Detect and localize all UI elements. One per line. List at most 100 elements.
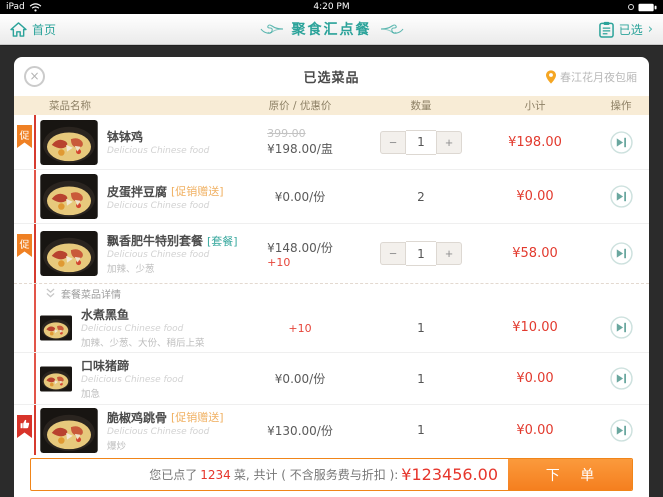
summary-middle: 菜, 共计 ( 不含服务费与折扣 ): [233, 468, 399, 482]
promo-badge: 促 [17, 234, 32, 257]
subtotal-value: ¥58.00 [512, 246, 558, 261]
extra-charge: +10 [267, 255, 291, 269]
clipboard-icon [599, 21, 614, 38]
dish-subtitle: Delicious Chinese food [81, 324, 184, 334]
dish-photo [40, 408, 98, 453]
table-row: 皮蛋拌豆腐 [促销赠送] Delicious Chinese food ¥0.0… [14, 169, 649, 223]
dish-price: ¥0.00/份 [274, 190, 326, 204]
dish-subtitle: Delicious Chinese food [107, 250, 210, 260]
combo-sub-row: 水煮黑鱼 Delicious Chinese food 加辣、少葱、大份、稍后上… [14, 303, 649, 352]
column-action: 操作 [610, 100, 632, 112]
increase-button[interactable]: + [436, 242, 462, 265]
serve-dish-button[interactable] [610, 242, 633, 265]
selected-dishes-button[interactable]: 已选 › [599, 21, 653, 38]
serve-dish-button[interactable] [610, 131, 633, 154]
modal-header: × 已选菜品 春江花月夜包厢 [14, 57, 649, 96]
combo-sub-row: 口味猪蹄 Delicious Chinese food 加急 ¥0.00/份 1… [14, 352, 649, 404]
quantity-value[interactable]: 1 [406, 129, 436, 155]
order-summary-text: 您已点了 1234 菜, 共计 ( 不含服务费与折扣 ): ¥123456.00 [31, 459, 508, 490]
quantity-value: 1 [417, 371, 425, 386]
table-row: 促 钵钵鸡 Delicious Chinese food 399.00 ¥198… [14, 115, 649, 169]
dish-subtitle: Delicious Chinese food [107, 146, 210, 156]
nav-bar: 首页 聚食汇点餐 已选 › [0, 14, 663, 45]
quantity-value[interactable]: 1 [406, 241, 436, 266]
order-summary-bar: 您已点了 1234 菜, 共计 ( 不含服务费与折扣 ): ¥123456.00… [30, 458, 633, 491]
decrease-button[interactable]: − [380, 130, 406, 154]
quantity-stepper: − 1 + [380, 241, 462, 266]
room-selector[interactable]: 春江花月夜包厢 [546, 57, 637, 96]
place-order-button[interactable]: 下 单 [508, 459, 632, 490]
subtotal-value: ¥0.00 [516, 189, 554, 204]
close-button[interactable]: × [24, 66, 45, 87]
promo-gift-tag: [促销赠送] [171, 411, 224, 424]
modal-backdrop: × 已选菜品 春江花月夜包厢 菜品名称 原价 / 优惠价 数量 小计 操作 促 [0, 46, 663, 497]
decrease-button[interactable]: − [380, 242, 406, 265]
home-label: 首页 [32, 22, 57, 37]
dish-photo [40, 120, 98, 165]
serve-dish-button[interactable] [610, 419, 633, 442]
subtotal-value: ¥0.00 [516, 422, 554, 438]
dish-subtitle: Delicious Chinese food [107, 426, 210, 437]
total-amount: ¥123456.00 [401, 465, 498, 484]
promo-badge: 促 [17, 125, 32, 148]
status-bar: iPad 4:20 PM [0, 0, 663, 14]
app-title-area: 聚食汇点餐 [0, 19, 663, 39]
dish-note: 加辣、少葱、大份、稍后上菜 [81, 338, 205, 349]
original-price: 399.00 [267, 127, 306, 140]
column-quantity: 数量 [410, 100, 432, 112]
dish-photo [40, 174, 98, 219]
dish-name: 脆椒鸡跳骨 [107, 410, 168, 425]
thumb-up-icon [20, 419, 30, 429]
dish-note: 爆炒 [107, 440, 127, 452]
gift-badge [17, 415, 32, 438]
dish-photo [40, 231, 98, 276]
dish-photo [40, 364, 72, 394]
dish-note: 加急 [81, 389, 101, 400]
column-dish-name: 菜品名称 [49, 100, 91, 112]
quantity-value: 1 [417, 320, 425, 335]
dish-note: 加辣、少葱 [107, 264, 155, 275]
serve-dish-button[interactable] [610, 185, 633, 208]
chevron-right-icon: › [647, 21, 653, 37]
table-row: 脆椒鸡跳骨 [促销赠送] Delicious Chinese food 爆炒 ¥… [14, 404, 649, 455]
extra-charge: +10 [288, 321, 312, 335]
dish-name: 口味猪蹄 [81, 359, 130, 373]
ornament-left-icon [260, 22, 284, 36]
selected-label: 已选 [618, 22, 643, 37]
home-button[interactable]: 首页 [10, 21, 56, 38]
app-title: 聚食汇点餐 [291, 22, 372, 38]
subtotal-value: ¥0.00 [516, 371, 554, 386]
ornament-right-icon [380, 22, 404, 36]
battery-icon [638, 3, 657, 12]
selected-dishes-modal: × 已选菜品 春江花月夜包厢 菜品名称 原价 / 优惠价 数量 小计 操作 促 [14, 57, 649, 497]
promo-gift-tag: [促销赠送] [171, 185, 224, 198]
quantity-value: 1 [417, 423, 425, 437]
dish-name: 钵钵鸡 [107, 130, 144, 144]
subtotal-value: ¥10.00 [512, 320, 558, 335]
dish-price: ¥148.00/份 [267, 240, 333, 255]
table-row: 促 飘香肥牛特别套餐 [套餐] Delicious Chinese food 加… [14, 223, 649, 283]
serve-dish-button[interactable] [610, 316, 633, 339]
combo-detail-toggle[interactable]: 套餐菜品详情 [14, 283, 649, 303]
summary-prefix: 您已点了 [149, 468, 198, 482]
quantity-stepper: − 1 + [380, 129, 462, 155]
dish-count: 1234 [200, 467, 231, 482]
room-name: 春江花月夜包厢 [560, 70, 637, 84]
home-icon [10, 22, 27, 37]
increase-button[interactable]: + [436, 130, 462, 154]
combo-tag: [套餐] [207, 234, 238, 248]
dish-subtitle: Delicious Chinese food [107, 200, 210, 211]
dish-price: ¥130.00/份 [267, 423, 333, 438]
alarm-icon [628, 4, 634, 10]
dish-price: ¥198.00/盅 [267, 142, 333, 156]
column-subtotal: 小计 [524, 100, 546, 112]
ipad-screen: iPad 4:20 PM 首页 聚食汇点餐 已选 › × 已选菜品 春江花月夜包… [0, 0, 663, 497]
dish-name: 水煮黑鱼 [81, 308, 130, 322]
dish-name: 飘香肥牛特别套餐 [107, 234, 204, 248]
serve-dish-button[interactable] [610, 367, 633, 390]
quantity-value: 2 [417, 189, 425, 204]
table-header: 菜品名称 原价 / 优惠价 数量 小计 操作 [14, 96, 649, 115]
column-price: 原价 / 优惠价 [268, 100, 332, 112]
dish-photo [40, 313, 72, 343]
dish-name: 皮蛋拌豆腐 [107, 184, 168, 199]
